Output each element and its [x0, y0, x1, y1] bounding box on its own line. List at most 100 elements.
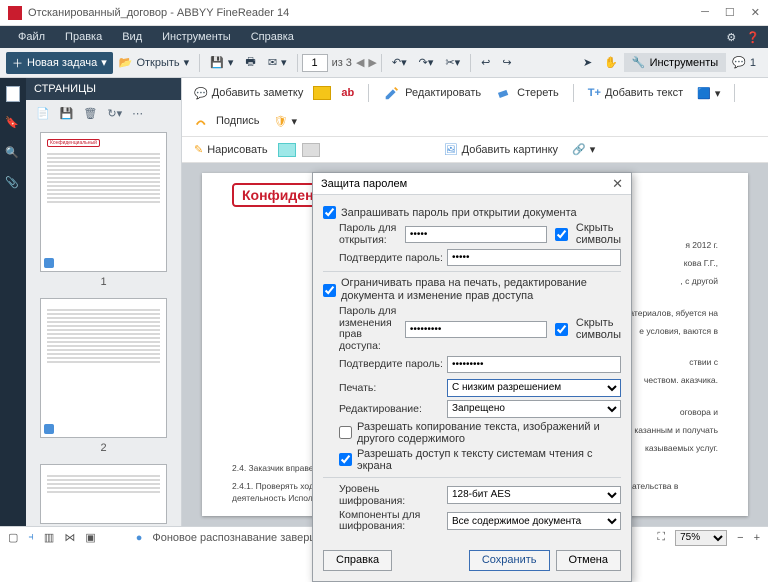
print-select[interactable]: С низким разрешением: [447, 379, 621, 397]
chevron-down-icon: ▾: [184, 56, 190, 69]
pencil-icon: ✎: [194, 143, 203, 156]
link-button[interactable]: 🔗▾: [568, 141, 599, 158]
tools-toggle[interactable]: 🔧 Инструменты: [624, 53, 726, 72]
attachments-rail-icon[interactable]: 📎: [5, 176, 21, 192]
save-dialog-button[interactable]: Сохранить: [469, 550, 550, 571]
menu-file[interactable]: Файл: [8, 28, 55, 46]
menu-view[interactable]: Вид: [112, 28, 152, 46]
comments-button[interactable]: 💬 1: [726, 53, 762, 72]
plus-icon: ＋: [12, 55, 23, 71]
sidebar-title: СТРАНИЦЫ: [26, 78, 181, 100]
add-page-icon[interactable]: 📄: [36, 107, 50, 120]
erase-button[interactable]: Стереть: [491, 82, 563, 104]
hide-symbols-1[interactable]: [555, 228, 568, 241]
print-button[interactable]: 🖶: [239, 50, 261, 75]
settings-icon[interactable]: ⚙: [726, 31, 736, 44]
thumb-label-2: 2: [40, 442, 167, 454]
confirm-permissions-input[interactable]: [447, 356, 621, 373]
menu-edit[interactable]: Правка: [55, 28, 112, 46]
sign-button[interactable]: Подпись: [190, 110, 264, 132]
prev-page-button[interactable]: ◀: [356, 56, 364, 69]
hand-button[interactable]: ✋: [598, 53, 624, 72]
editing-select[interactable]: Запрещено: [447, 400, 621, 418]
next-page-button[interactable]: ▶: [368, 56, 376, 69]
pointer-button[interactable]: ➤: [577, 53, 598, 72]
maximize-button[interactable]: ☐: [725, 6, 735, 19]
encryption-level-select[interactable]: 128-бит AES: [447, 486, 621, 504]
redo-button[interactable]: ↪: [496, 53, 517, 72]
stamp-icon: 🟦: [697, 87, 711, 100]
save-button[interactable]: 💾▾: [204, 53, 239, 72]
view-mode-5[interactable]: ▣: [85, 531, 95, 544]
zoom-out-button[interactable]: −: [737, 532, 743, 544]
menu-tools[interactable]: Инструменты: [152, 28, 241, 46]
dialog-close-button[interactable]: ✕: [612, 176, 623, 192]
sidebar: СТРАНИЦЫ 📄 💾 🗑 ↻▾ ⋯ Конфиденциальный 1 2: [26, 78, 182, 526]
help-button[interactable]: Справка: [323, 550, 392, 571]
view-mode-1[interactable]: ▢: [8, 531, 18, 544]
undo-button[interactable]: ↩: [475, 53, 496, 72]
thumbnail-2[interactable]: [40, 298, 167, 438]
stamp-button[interactable]: 🟦▾: [693, 85, 724, 102]
more-icon[interactable]: ⋯: [132, 107, 143, 120]
save-page-icon[interactable]: 💾: [60, 107, 74, 120]
open-password-input[interactable]: [405, 226, 547, 243]
zoom-select[interactable]: 75%: [675, 530, 727, 546]
search-rail-icon[interactable]: 🔍: [5, 146, 21, 162]
rotate-page-icon[interactable]: ↻▾: [107, 107, 122, 120]
add-text-button[interactable]: T+Добавить текст: [584, 85, 687, 101]
eraser-icon: [495, 84, 513, 102]
shield-button[interactable]: 🛡▾: [270, 113, 302, 130]
view-mode-3[interactable]: ▥: [44, 531, 54, 544]
page-number-input[interactable]: [302, 54, 328, 72]
add-note-button[interactable]: 💬Добавить заметку: [190, 85, 307, 102]
titlebar: Отсканированный_договор - ABBYY FineRead…: [0, 0, 768, 26]
highlight-yellow[interactable]: [313, 86, 331, 100]
draw-button[interactable]: ✎Нарисовать: [190, 141, 272, 158]
view-mode-4[interactable]: ⋈: [64, 531, 75, 544]
confirm-password-input[interactable]: [447, 249, 621, 266]
allow-copy-checkbox[interactable]: [339, 426, 352, 439]
zoom-in-button[interactable]: +: [754, 532, 760, 544]
print-icon: 🖶: [245, 53, 255, 72]
wrench-icon: 🔧: [632, 56, 646, 69]
open-button[interactable]: 📂 Открыть ▾: [113, 53, 195, 72]
menubar: Файл Правка Вид Инструменты Справка ⚙ ❓: [0, 26, 768, 48]
email-button[interactable]: ✉▾: [262, 53, 293, 72]
require-password-checkbox[interactable]: [323, 206, 336, 219]
permissions-password-input[interactable]: [405, 321, 547, 338]
shield-icon: 🛡: [274, 115, 288, 128]
restrict-checkbox[interactable]: [323, 284, 336, 297]
cancel-dialog-button[interactable]: Отмена: [556, 550, 621, 571]
underline-swatch[interactable]: [278, 143, 296, 157]
rotate-left-button[interactable]: ↶▾: [386, 53, 413, 72]
bookmarks-rail-icon[interactable]: 🔖: [5, 116, 21, 132]
add-image-button[interactable]: 🖼Добавить картинку: [440, 141, 562, 158]
rotate-right-button[interactable]: ↷▾: [413, 53, 440, 72]
fit-width-button[interactable]: ⛶: [657, 531, 665, 544]
delete-page-icon[interactable]: 🗑: [83, 107, 97, 120]
crop-button[interactable]: ✂▾: [439, 53, 466, 72]
view-mode-2[interactable]: ⫞: [28, 531, 34, 544]
edit-text-button[interactable]: Редактировать: [379, 82, 485, 104]
help-icon[interactable]: ❓: [746, 31, 760, 44]
sidebar-tools: 📄 💾 🗑 ↻▾ ⋯: [26, 100, 181, 126]
thumbnail-3[interactable]: [40, 464, 167, 524]
dialog-titlebar: Защита паролем ✕: [313, 173, 631, 195]
thumbnail-1[interactable]: Конфиденциальный: [40, 132, 167, 272]
pen-icon: [194, 112, 212, 130]
strikethrough-button[interactable]: ab: [337, 85, 358, 101]
minimize-button[interactable]: ─: [701, 6, 709, 19]
hide-symbols-2[interactable]: [555, 323, 568, 336]
close-button[interactable]: ✕: [751, 6, 760, 19]
note-icon: 💬: [194, 87, 208, 100]
menu-help[interactable]: Справка: [241, 28, 304, 46]
encryption-components-select[interactable]: Все содержимое документа: [447, 512, 621, 530]
window-title: Отсканированный_договор - ABBYY FineRead…: [28, 7, 701, 19]
pages-rail-icon[interactable]: [6, 86, 20, 102]
text-icon: T+: [588, 87, 601, 99]
text-box-button[interactable]: [302, 143, 320, 157]
dialog-title: Защита паролем: [321, 178, 407, 190]
new-task-button[interactable]: ＋ Новая задача ▾: [6, 52, 113, 74]
allow-reader-checkbox[interactable]: [339, 453, 352, 466]
